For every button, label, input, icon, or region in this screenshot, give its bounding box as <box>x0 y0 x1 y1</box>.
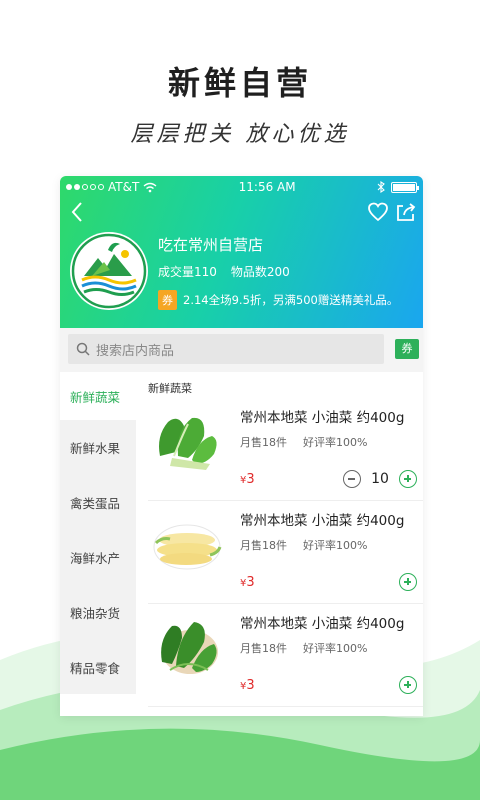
product-rating: 好评率100% <box>303 539 368 552</box>
sidebar-item-poultry-eggs[interactable]: 禽类蛋品 <box>60 475 136 530</box>
corn-image <box>153 524 222 570</box>
search-placeholder: 搜索店内商品 <box>96 343 175 359</box>
quantity-value: 10 <box>371 471 389 487</box>
coupon-badge: 券 <box>158 290 177 310</box>
items-count: 物品数200 <box>230 265 290 279</box>
decrease-quantity-button[interactable] <box>343 470 361 488</box>
store-promotion[interactable]: 券 2.14全场9.5折，另满500赠送精美礼品。 <box>158 290 398 310</box>
search-bar: 搜索店内商品 券 <box>60 328 423 372</box>
sidebar-item-snacks[interactable]: 精品零食 <box>60 640 136 695</box>
product-name: 常州本地菜 小油菜 约400g <box>240 513 405 529</box>
status-time: 11:56 AM <box>238 180 296 194</box>
bluetooth-icon <box>377 181 385 193</box>
product-name: 常州本地菜 小油菜 约400g <box>240 410 405 426</box>
deals-count: 成交量110 <box>158 265 217 279</box>
product-price: ¥3 <box>240 472 255 487</box>
product-price: ¥3 <box>240 678 255 693</box>
store-name: 吃在常州自营店 <box>158 236 264 254</box>
search-input[interactable]: 搜索店内商品 <box>68 334 384 364</box>
product-price: ¥3 <box>240 575 255 590</box>
section-title: 新鲜蔬菜 <box>148 382 192 395</box>
sidebar-item-fresh-fruit[interactable]: 新鲜水果 <box>60 420 136 475</box>
product-item[interactable]: 常州本地菜 小油菜 约400g 月售18件 好评率100% ¥3 <box>148 501 423 604</box>
product-list: 新鲜蔬菜 常州本地菜 小油菜 约400g 月售18件 好评率100% ¥3 10… <box>136 372 423 707</box>
sidebar-item-grain-oil[interactable]: 粮油杂货 <box>60 585 136 640</box>
store-stats: 成交量110 物品数200 <box>158 263 290 280</box>
battery-icon <box>390 181 419 193</box>
increase-quantity-button[interactable] <box>399 676 417 694</box>
back-button[interactable] <box>68 200 88 224</box>
status-bar: AT&T 11:56 AM <box>60 176 423 198</box>
product-name: 常州本地菜 小油菜 约400g <box>240 616 405 632</box>
store-header: AT&T 11:56 AM 吃在常州自营店 成交量110 物品数200 券 2.… <box>60 176 423 328</box>
promo-subtitle: 层层把关 放心优选 <box>130 122 350 147</box>
phone-mockup: AT&T 11:56 AM 吃在常州自营店 成交量110 物品数200 券 2.… <box>60 176 423 716</box>
coupon-button[interactable]: 券 <box>395 339 419 359</box>
product-item[interactable]: 常州本地菜 小油菜 约400g 月售18件 好评率100% ¥3 10 <box>148 398 423 501</box>
product-monthly-sales: 月售18件 <box>240 539 287 552</box>
promo-title: 新鲜自营 <box>167 64 312 102</box>
share-icon[interactable] <box>395 201 417 223</box>
search-icon <box>76 342 90 356</box>
increase-quantity-button[interactable] <box>399 470 417 488</box>
signal-icon <box>66 184 104 190</box>
carrier-label: AT&T <box>108 180 140 194</box>
wifi-icon <box>143 182 157 192</box>
sidebar-item-seafood[interactable]: 海鲜水产 <box>60 530 136 585</box>
product-monthly-sales: 月售18件 <box>240 436 287 449</box>
product-item[interactable]: 常州本地菜 小油菜 约400g 月售18件 好评率100% ¥3 <box>148 604 423 707</box>
increase-quantity-button[interactable] <box>399 573 417 591</box>
spinach-image <box>161 622 218 674</box>
product-monthly-sales: 月售18件 <box>240 642 287 655</box>
store-logo <box>70 232 148 310</box>
sidebar-item-fresh-vegetables[interactable]: 新鲜蔬菜 <box>60 372 136 420</box>
favorite-heart-icon[interactable] <box>367 201 389 223</box>
category-sidebar: 新鲜蔬菜 新鲜水果 禽类蛋品 海鲜水产 粮油杂货 精品零食 <box>60 372 136 694</box>
promotion-text: 2.14全场9.5折，另满500赠送精美礼品。 <box>183 293 399 307</box>
bok-choy-image <box>159 417 217 470</box>
product-rating: 好评率100% <box>303 642 368 655</box>
product-rating: 好评率100% <box>303 436 368 449</box>
